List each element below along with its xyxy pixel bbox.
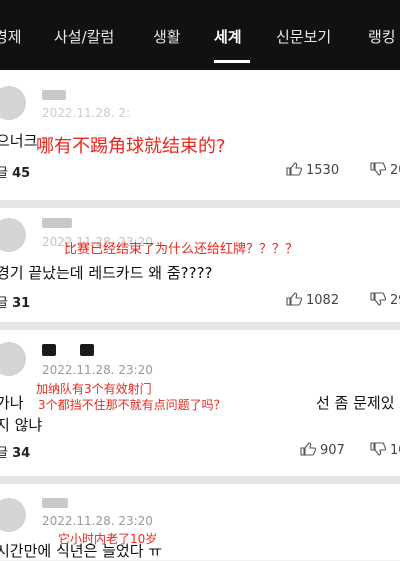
like-button[interactable]: 1530	[286, 162, 339, 178]
dislike-count: 29	[390, 293, 400, 308]
comment-text: 선 좀 문제있	[316, 394, 395, 412]
section-nav: 경제 사설/칼럼 생활 세계 신문보기 랭킹	[0, 0, 400, 70]
reply-label: 글	[0, 296, 8, 311]
comment-text: 경기 끝났는데 레드카드 왜 줌????	[0, 264, 213, 282]
like-button[interactable]: 907	[300, 442, 345, 458]
username-blurred	[80, 344, 94, 356]
username-blurred	[42, 90, 66, 100]
reply-count[interactable]: 글 45	[0, 162, 30, 181]
avatar	[0, 86, 26, 120]
tab-newspaper[interactable]: 신문보기	[276, 26, 331, 47]
username-blurred	[42, 218, 72, 228]
reply-number: 34	[12, 446, 31, 461]
annotation-text: 加纳队有3个有效射门	[36, 382, 152, 396]
reply-number: 31	[12, 296, 31, 311]
reply-count[interactable]: 글 34	[0, 442, 30, 461]
divider	[0, 200, 400, 208]
like-count: 1082	[306, 293, 340, 308]
annotation-text: 比赛已经结束了为什么还给红牌？？？？	[64, 242, 299, 257]
tab-economy[interactable]: 경제	[0, 26, 22, 47]
dislike-count: 20	[390, 163, 400, 178]
comment-card: 2022.11.28. 2: 으너크 哪有不踢角球就结束的? 글 45 1530…	[0, 70, 400, 200]
username-blurred	[42, 344, 56, 356]
thumbs-down-icon	[370, 442, 387, 456]
divider	[0, 476, 400, 484]
like-count: 907	[320, 443, 345, 458]
avatar	[0, 342, 26, 376]
avatar	[0, 218, 26, 252]
reply-label: 글	[0, 166, 8, 181]
reply-count[interactable]: 글 31	[0, 292, 30, 311]
comment-text: 으너크	[0, 132, 38, 150]
active-tab-indicator	[214, 60, 250, 63]
comment-date: 2022.11.28. 23:20	[42, 514, 153, 528]
like-button[interactable]: 1082	[286, 292, 339, 308]
avatar	[0, 498, 26, 532]
dislike-button[interactable]: 29	[370, 292, 400, 308]
tab-world[interactable]: 세계	[214, 26, 242, 47]
comment-card: 2022.11.28. 23:20 比赛已经结束了为什么还给红牌？？？？ 경기 …	[0, 208, 400, 322]
thumbs-up-icon	[300, 442, 317, 456]
tab-life[interactable]: 생활	[153, 26, 181, 47]
like-count: 1530	[306, 163, 340, 178]
dislike-count: 10	[390, 443, 400, 458]
comment-card: 2022.11.28. 23:20 加纳队有3个有效射门 가나 3个都挡不住那不…	[0, 330, 400, 476]
comment-card: 2022.11.28. 23:20 它小时内老了10岁 시간만에 식년은 늘었다…	[0, 484, 400, 560]
comment-text: 지 않냐	[0, 416, 43, 434]
comment-text: 가나	[0, 394, 24, 412]
tab-ranking[interactable]: 랭킹	[368, 26, 396, 47]
thumbs-down-icon	[370, 292, 387, 306]
dislike-button[interactable]: 20	[370, 162, 400, 178]
tab-editorial[interactable]: 사설/칼럼	[54, 26, 114, 47]
dislike-button[interactable]: 10	[370, 442, 400, 458]
annotation-text: 哪有不踢角球就结束的?	[36, 136, 226, 157]
annotation-text: 3个都挡不住那不就有点问题了吗？	[38, 398, 226, 412]
username-blurred	[42, 498, 68, 508]
thumbs-up-icon	[286, 292, 303, 306]
thumbs-up-icon	[286, 162, 303, 176]
comment-date: 2022.11.28. 23:20	[42, 363, 153, 377]
divider	[0, 322, 400, 330]
reply-label: 글	[0, 446, 8, 461]
comment-text: 시간만에 식년은 늘었다 ㅠ	[0, 542, 163, 560]
thumbs-down-icon	[370, 162, 387, 176]
comment-date: 2022.11.28. 2:	[42, 106, 131, 120]
reply-number: 45	[12, 166, 31, 181]
